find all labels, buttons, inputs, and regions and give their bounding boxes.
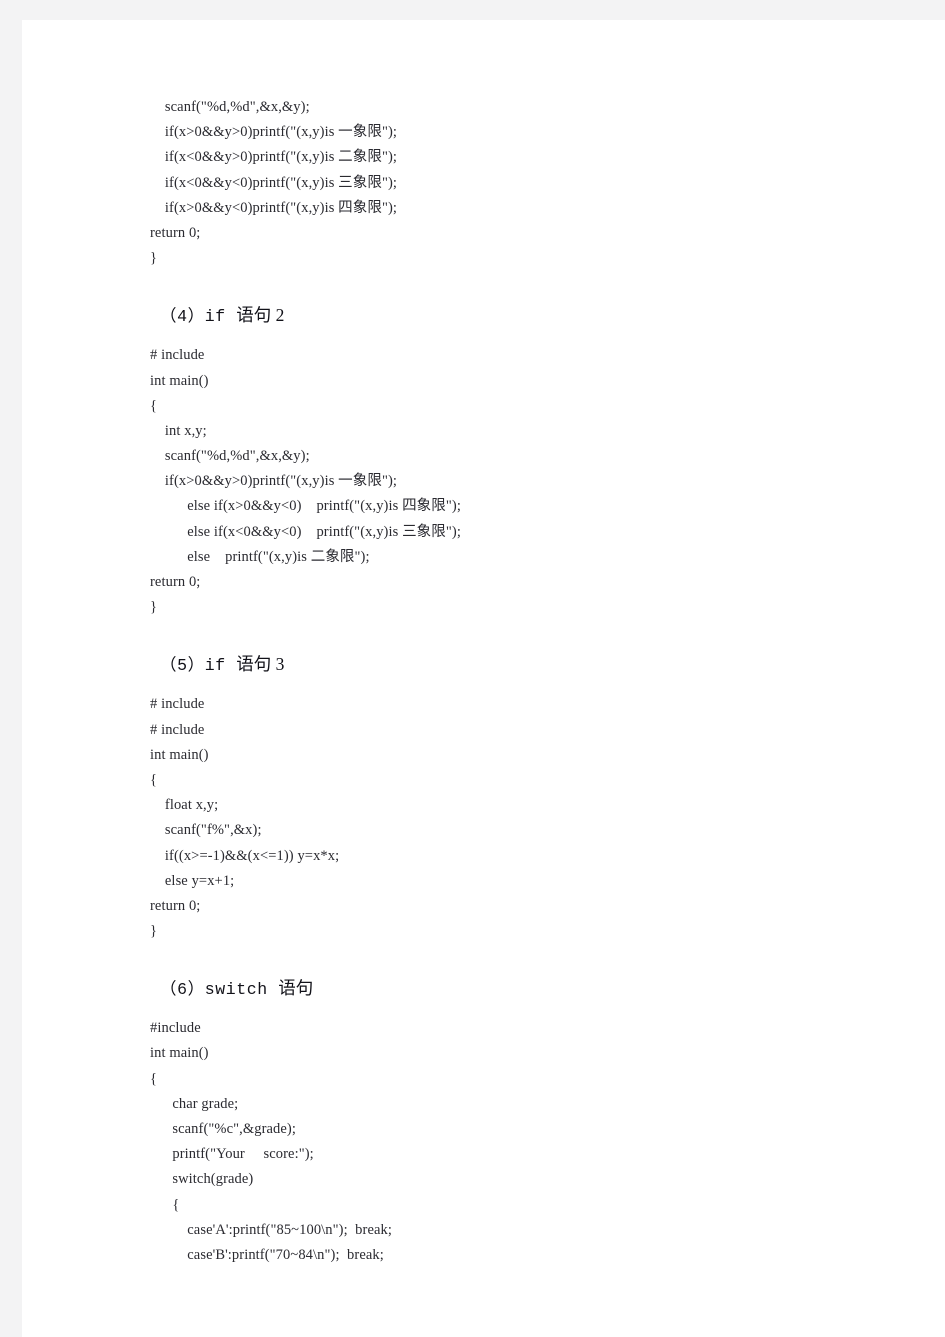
code-line: if(x<0&&y<0)printf("(x,y)is 三象限"); bbox=[150, 174, 398, 191]
code-line: if(x>0&&y>0)printf("(x,y)is 一象限"); bbox=[150, 124, 398, 141]
code-line: int main() bbox=[150, 746, 209, 763]
code-line: else if(x>0&&y<0) printf("(x,y)is 四象限"); bbox=[150, 498, 461, 515]
code-line: case'A':printf("85~100\n"); break; bbox=[150, 1221, 393, 1238]
code-block-if-statement-3: # include # include int main() { float x,y;… bbox=[150, 692, 890, 944]
code-line: scanf("f%",&x); bbox=[150, 822, 262, 839]
code-line: switch(grade) bbox=[150, 1171, 254, 1188]
code-line: { bbox=[150, 1196, 180, 1213]
document-content: scanf("%d,%d",&x,&y); if(x>0&&y>0)printf… bbox=[150, 95, 890, 1278]
heading-label-latin: （4）if bbox=[160, 307, 237, 327]
code-block-if-statement-2: # include int main() { int x,y; scanf("%d,… bbox=[150, 343, 890, 620]
code-line: char grade; bbox=[150, 1095, 239, 1112]
heading-if-statement-3: （5）if 语句 3 bbox=[150, 652, 890, 678]
code-line: else y=x+1; bbox=[150, 872, 235, 889]
code-line: { bbox=[150, 397, 158, 414]
code-line: #include bbox=[150, 1020, 201, 1037]
code-line: int x,y; bbox=[150, 422, 207, 439]
code-line: case'B':printf("70~84\n"); break; bbox=[150, 1246, 384, 1263]
document-page-wrapper: scanf("%d,%d",&x,&y); if(x>0&&y>0)printf… bbox=[0, 0, 945, 1337]
code-line: scanf("%d,%d",&x,&y); bbox=[150, 99, 310, 115]
code-line: { bbox=[150, 771, 158, 788]
code-line: if(x>0&&y>0)printf("(x,y)is 一象限"); bbox=[150, 473, 398, 490]
code-line: } bbox=[150, 599, 158, 616]
code-line: if(x>0&&y<0)printf("(x,y)is 四象限"); bbox=[150, 199, 398, 216]
code-line: if((x>=-1)&&(x<=1)) y=x*x; bbox=[150, 847, 340, 864]
code-line: return 0; bbox=[150, 224, 201, 241]
code-line: printf("Your score:"); bbox=[150, 1146, 314, 1163]
code-line: # include bbox=[150, 721, 205, 738]
code-line: else printf("(x,y)is 二象限"); bbox=[150, 548, 370, 565]
code-line: float x,y; bbox=[150, 797, 219, 814]
page-margin-top bbox=[0, 0, 945, 20]
code-line: return 0; bbox=[150, 897, 201, 914]
document-page: scanf("%d,%d",&x,&y); if(x>0&&y>0)printf… bbox=[22, 20, 945, 1337]
code-line: scanf("%c",&grade); bbox=[150, 1121, 296, 1137]
code-line: scanf("%d,%d",&x,&y); bbox=[150, 448, 310, 465]
code-block-switch-statement: #include int main() { char grade; scanf("%… bbox=[150, 1016, 890, 1268]
code-line: int main() bbox=[150, 372, 209, 389]
code-line: } bbox=[150, 923, 158, 940]
code-line: if(x<0&&y>0)printf("(x,y)is 二象限"); bbox=[150, 149, 398, 166]
code-line: # include bbox=[150, 347, 205, 364]
heading-label-latin: （5）if bbox=[160, 656, 237, 676]
code-line: # include bbox=[150, 696, 205, 713]
heading-label-latin: （6）switch bbox=[160, 980, 279, 1000]
heading-switch-statement: （6）switch 语句 bbox=[150, 976, 890, 1002]
code-block-if-statement-1-tail: scanf("%d,%d",&x,&y); if(x>0&&y>0)printf… bbox=[150, 95, 890, 271]
code-line: } bbox=[150, 250, 158, 267]
heading-if-statement-2: （4）if 语句 2 bbox=[150, 303, 890, 329]
page-margin-left bbox=[0, 0, 22, 1337]
heading-label-cjk: 语句 bbox=[278, 978, 314, 999]
code-line: return 0; bbox=[150, 574, 201, 590]
code-line: { bbox=[150, 1070, 158, 1087]
code-line: int main() bbox=[150, 1045, 209, 1062]
code-line: else if(x<0&&y<0) printf("(x,y)is 三象限"); bbox=[150, 523, 461, 540]
heading-label-cjk: 语句 3 bbox=[236, 654, 285, 675]
heading-label-cjk: 语句 2 bbox=[236, 305, 285, 326]
